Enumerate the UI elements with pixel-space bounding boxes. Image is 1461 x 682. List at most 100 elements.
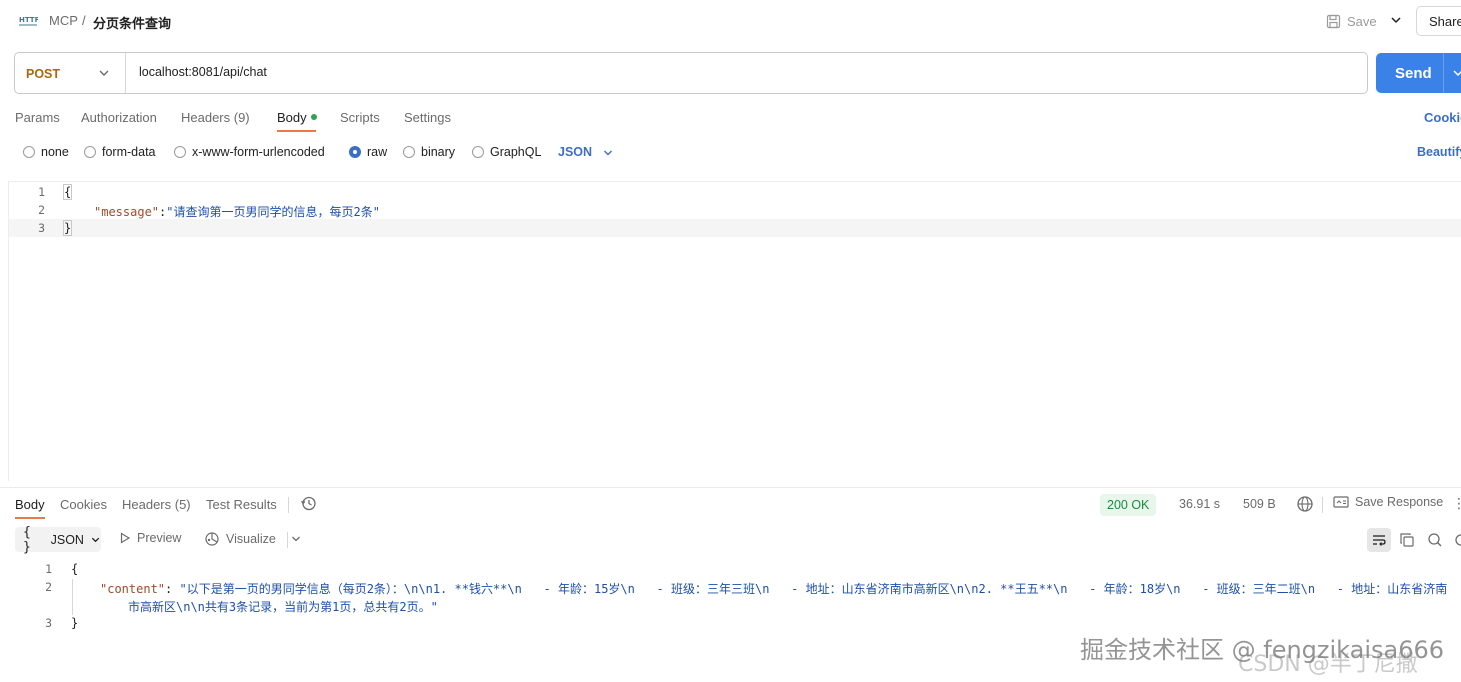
search-icon <box>1428 533 1442 547</box>
radio-label: binary <box>421 145 456 159</box>
save-icon <box>1326 14 1341 28</box>
tab-params[interactable]: Params <box>15 110 60 125</box>
visualize-label: Visualize <box>226 532 276 546</box>
status-badge[interactable]: 200 OK <box>1100 494 1157 516</box>
cookies-link[interactable]: Cookies <box>1424 110 1461 125</box>
response-tab-test-results[interactable]: Test Results <box>206 497 277 512</box>
chevron-down-icon[interactable] <box>290 533 302 545</box>
tab-settings[interactable]: Settings <box>404 110 451 125</box>
radio-circle <box>174 146 186 158</box>
open-brace: { <box>62 184 73 200</box>
http-request-icon: HTTP <box>19 16 38 26</box>
radio-binary[interactable]: binary <box>403 145 455 159</box>
json-key: "content" <box>100 582 166 596</box>
response-tab-body[interactable]: Body <box>15 497 45 512</box>
code-line: 2 "message":"请查询第一页男同学的信息，每页2条" <box>9 201 1461 219</box>
request-body-editor[interactable]: 1 { 2 "message":"请查询第一页男同学的信息，每页2条" 3 } <box>8 181 1461 481</box>
radio-none[interactable]: none <box>23 145 69 159</box>
request-title[interactable]: 分页条件查询 <box>93 13 171 32</box>
save-label: Save <box>1347 13 1377 29</box>
search-button[interactable] <box>1423 528 1447 552</box>
line-number: 3 <box>45 616 52 630</box>
response-time[interactable]: 36.91 s <box>1179 497 1220 511</box>
line-number: 3 <box>38 221 45 235</box>
tab-body-label: Body <box>277 110 307 125</box>
response-tabs: Body Cookies Headers (5) Test Results 20… <box>0 492 1461 519</box>
save-button[interactable]: Save <box>1326 10 1377 32</box>
code-text: "content": "以下是第一页的男同学信息（每页2条）：\n\n1. **… <box>100 580 1447 597</box>
tab-divider <box>288 497 289 513</box>
history-icon[interactable] <box>300 495 317 512</box>
url-bar: POST <box>14 52 1368 94</box>
radio-form-data[interactable]: form-data <box>84 145 156 159</box>
body-type-selector: none form-data x-www-form-urlencoded raw… <box>0 142 1461 164</box>
preview-button[interactable]: Preview <box>119 531 181 545</box>
radio-raw[interactable]: raw <box>349 145 387 159</box>
send-label: Send <box>1395 65 1432 82</box>
response-tab-headers[interactable]: Headers (5) <box>122 497 191 512</box>
code-line: 1 { <box>9 183 1461 201</box>
response-format-select[interactable]: { } JSON <box>15 524 101 555</box>
chevron-down-icon[interactable] <box>1388 12 1404 28</box>
wrap-lines-icon <box>1373 535 1386 546</box>
format-label: JSON <box>50 532 84 547</box>
copy-icon <box>1400 533 1414 547</box>
active-tab-indicator <box>277 130 316 132</box>
radio-urlencoded[interactable]: x-www-form-urlencoded <box>174 145 325 159</box>
radio-label: none <box>41 145 69 159</box>
radio-circle-checked <box>349 146 361 158</box>
indent-guide <box>72 579 73 615</box>
send-button[interactable]: Send <box>1376 53 1461 93</box>
code-text: { <box>71 562 79 576</box>
method-label: POST <box>26 67 61 81</box>
chevron-down-icon[interactable] <box>1451 66 1461 80</box>
copy-button[interactable] <box>1395 528 1419 552</box>
url-input[interactable] <box>139 65 1339 79</box>
link-button[interactable] <box>1449 528 1461 552</box>
method-select[interactable]: POST <box>15 53 126 93</box>
save-response-button[interactable]: Save Response <box>1333 495 1443 509</box>
chevron-down-icon[interactable] <box>602 147 614 159</box>
response-tab-cookies[interactable]: Cookies <box>60 497 107 512</box>
visualize-button[interactable]: Visualize <box>204 531 276 547</box>
json-key: "message" <box>94 205 160 219</box>
tab-authorization[interactable]: Authorization <box>81 110 157 125</box>
radio-label: x-www-form-urlencoded <box>192 145 325 159</box>
radio-label: GraphQL <box>490 145 542 159</box>
code-text: } <box>62 220 73 236</box>
send-divider <box>1443 53 1444 93</box>
braces-icon: { } <box>23 524 31 555</box>
beautify-link[interactable]: Beautify <box>1417 145 1461 159</box>
radio-graphql[interactable]: GraphQL <box>472 145 541 159</box>
share-button[interactable]: Share <box>1416 6 1461 36</box>
radio-circle <box>472 146 484 158</box>
watermark-secondary: CSDN @半丁尼撒 <box>1238 652 1418 677</box>
tab-headers[interactable]: Headers (9) <box>181 110 250 125</box>
breadcrumb-collection[interactable]: MCP <box>49 13 78 28</box>
radio-circle <box>23 146 35 158</box>
share-label: Share <box>1429 14 1461 29</box>
radio-circle <box>84 146 96 158</box>
chevron-down-icon <box>91 537 100 542</box>
json-string-value: "请查询第一页男同学的信息，每页2条" <box>166 205 380 219</box>
json-colon: : <box>165 582 180 596</box>
breadcrumb-separator: / <box>82 13 86 28</box>
save-response-label: Save Response <box>1355 495 1444 509</box>
more-options-icon[interactable]: ⋮ <box>1452 495 1461 512</box>
editor-resize-divider[interactable] <box>0 487 1461 488</box>
response-toolbar: { } JSON Preview Visualize <box>0 524 1461 555</box>
line-number: 1 <box>38 185 45 199</box>
request-tabs: Params Authorization Headers (9) Body Sc… <box>0 106 1461 132</box>
tab-scripts[interactable]: Scripts <box>340 110 380 125</box>
line-number: 2 <box>45 580 52 594</box>
json-string-value: "以下是第一页的男同学信息（每页2条）：\n\n1. **钱六**\n - 年龄… <box>179 582 1448 596</box>
response-size[interactable]: 509 B <box>1243 497 1276 511</box>
tab-body[interactable]: Body <box>277 110 317 125</box>
radio-label: raw <box>367 145 388 159</box>
body-format-select[interactable]: JSON <box>558 145 592 159</box>
globe-icon[interactable] <box>1296 495 1314 513</box>
wrap-lines-button[interactable] <box>1367 528 1391 552</box>
visualize-icon <box>205 532 219 546</box>
meta-divider <box>1322 497 1323 513</box>
code-text: "message":"请查询第一页男同学的信息，每页2条" <box>94 203 380 220</box>
